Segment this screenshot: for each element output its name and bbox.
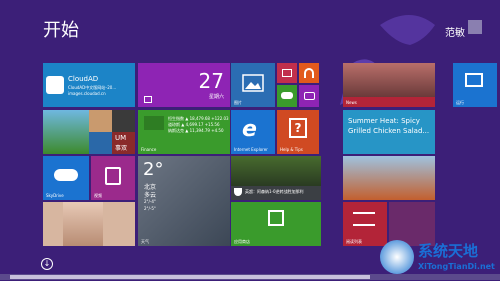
store-icon (268, 210, 284, 226)
camera-icon (304, 92, 315, 100)
finance-row-3: 纳斯达克 ▲ 11,394.79 +4.50 (168, 128, 224, 133)
photo-4 (89, 132, 112, 154)
person-photo (63, 202, 103, 246)
tile-sports[interactable]: 英超：阿森纳1-0逆转战胜加那利 (231, 156, 321, 200)
photo-icon (242, 74, 264, 92)
weather-line1: 2°/-4° (144, 199, 156, 204)
finance-chart (144, 116, 164, 130)
tile-news[interactable]: News (343, 63, 435, 107)
tile-finance[interactable]: 恒生指数 ▲ 18,479.68 +122.03 道琼斯 ▲ 4,699.17 … (138, 110, 230, 154)
watermark-logo (380, 240, 414, 274)
ie-label: Internet Explorer (234, 147, 268, 152)
news-label: News (346, 100, 357, 105)
video-icon (282, 69, 292, 77)
tile-store[interactable]: 应用商店 (231, 202, 321, 246)
tile-apps[interactable]: 视频 (91, 156, 135, 200)
store-label: 应用商店 (234, 239, 250, 244)
user-name[interactable]: 范敏 (445, 24, 465, 39)
page-title: 开始 (43, 20, 79, 41)
trophy-icon (234, 188, 242, 196)
apps-label: 视频 (94, 193, 102, 198)
desktop-icon (465, 73, 483, 87)
weather-line2: 2°/-5° (144, 206, 156, 211)
ie-icon: e (242, 117, 257, 142)
apps-view-button[interactable]: ↓ (41, 258, 53, 270)
watermark-url: XiTongTianDi.net (418, 262, 495, 271)
gamepad-icon (281, 92, 293, 99)
watermark: 系统天地 XiTongTianDi.net (376, 236, 500, 280)
reading-list-icon (353, 212, 375, 226)
desktop-label: 运行 (456, 100, 464, 105)
scrollbar-thumb[interactable] (10, 275, 370, 279)
tile-weather[interactable]: 2° 北京 多云 2°/-4° 2°/-5° 天气 (138, 156, 230, 246)
weather-condition: 多云 (144, 192, 157, 199)
help-label: Help & Tips (280, 147, 303, 152)
help-icon: ? (289, 118, 307, 138)
calendar-icon (144, 96, 152, 103)
down-arrow-icon: ↓ (43, 259, 51, 268)
tile-cloudad[interactable]: CloudAD CloudAD中文版网站–20... images.clouda… (43, 63, 135, 107)
tile-person-photo[interactable] (43, 202, 135, 246)
cloudad-logo (46, 76, 64, 94)
finance-label: Finance (141, 147, 157, 152)
photos-label: 图片 (234, 100, 242, 105)
headphones-icon (304, 68, 314, 78)
reading-label: 阅读列表 (346, 239, 362, 244)
tile-help-tips[interactable]: ? Help & Tips (277, 110, 319, 154)
tile-photo-collage[interactable]: UM 事双 (43, 110, 135, 154)
photo-5: UM 事双 (112, 132, 135, 154)
tile-camera[interactable] (299, 85, 319, 107)
weather-temp: 2° (143, 159, 164, 180)
photo-1 (43, 110, 89, 154)
cloudad-line2: images.cloudad.cn (68, 91, 106, 96)
bag-icon (105, 167, 121, 185)
weather-label: 天气 (141, 239, 149, 244)
tile-photos-app[interactable]: 图片 (231, 63, 275, 107)
photo-2 (89, 110, 112, 132)
tile-canyon-photo[interactable] (343, 156, 435, 200)
um-line2: 事双 (115, 145, 128, 152)
news-photo (343, 63, 435, 97)
tile-internet-explorer[interactable]: e Internet Explorer (231, 110, 275, 154)
tile-video[interactable] (277, 63, 297, 83)
tile-calendar[interactable]: 27 星期六 (138, 63, 230, 107)
sports-photo (231, 156, 321, 186)
tile-games[interactable] (277, 85, 297, 107)
calendar-weekday: 星期六 (208, 94, 224, 100)
tile-food[interactable]: Summer Heat: Spicy Grilled Chicken Salad… (343, 110, 435, 154)
cloudad-title: CloudAD (68, 75, 99, 83)
watermark-text: 系统天地 (418, 242, 479, 260)
tile-skydrive[interactable]: SkyDrive (43, 156, 89, 200)
um-line1: UM (115, 134, 127, 142)
tile-desktop[interactable]: 运行 (453, 63, 497, 107)
calendar-day: 27 (198, 69, 224, 93)
tile-music[interactable] (299, 63, 319, 83)
skydrive-label: SkyDrive (46, 193, 64, 198)
user-avatar[interactable] (468, 20, 482, 34)
cloud-icon (54, 169, 78, 181)
photo-3 (112, 110, 135, 132)
food-title: Summer Heat: Spicy Grilled Chicken Salad… (348, 117, 430, 135)
sports-caption: 英超：阿森纳1-0逆转战胜加那利 (245, 189, 304, 194)
